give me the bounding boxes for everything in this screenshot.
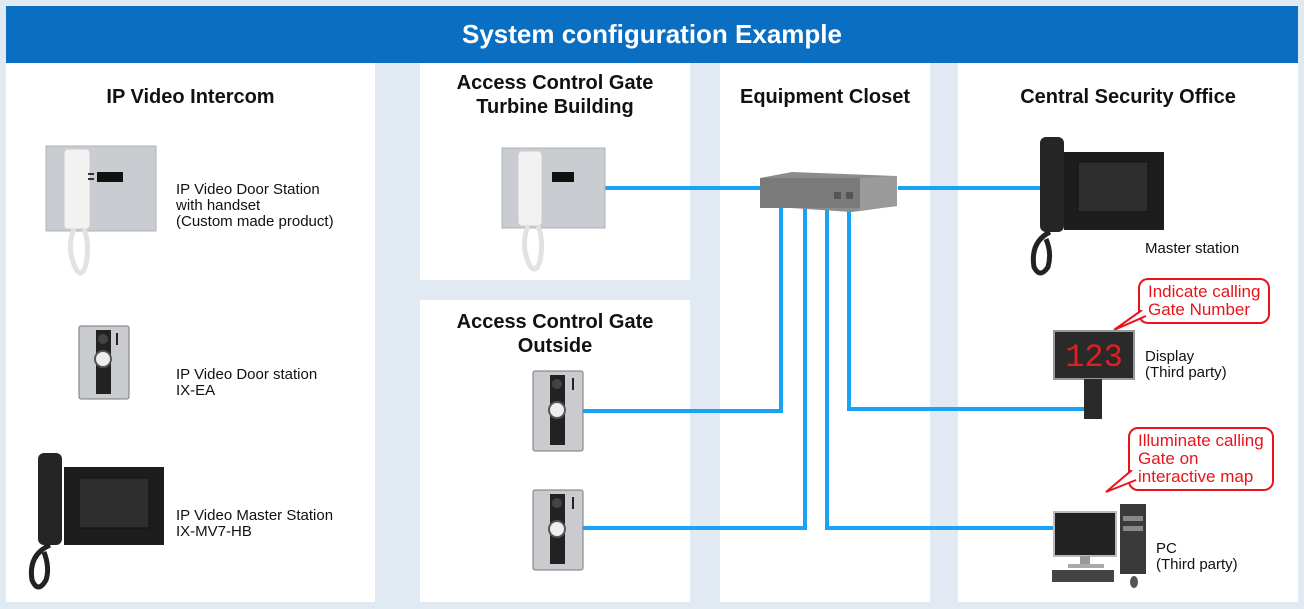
callout-gate-number: Indicate calling Gate Number xyxy=(1138,278,1271,324)
display-digits: 123 xyxy=(1065,339,1123,376)
callout-interactive-map-tail xyxy=(1105,470,1137,493)
label-display: Display (Third party) xyxy=(1145,348,1227,381)
outside-door-station-icon-2 xyxy=(532,489,584,571)
turbine-door-station-handset-icon xyxy=(501,147,606,272)
callout-gate-number-tail xyxy=(1113,310,1147,331)
door-station-icon xyxy=(78,325,130,400)
label-door-station-handset: IP Video Door Station with handset (Cust… xyxy=(176,181,334,230)
door-station-handset-icon xyxy=(45,145,157,276)
label-master-station: Master station xyxy=(1145,240,1240,257)
network-switch-icon xyxy=(760,172,897,212)
wire-outside2-to-switch xyxy=(582,208,807,530)
callout-interactive-map: Illuminate calling Gate on interactive m… xyxy=(1128,427,1274,491)
label-master-station-ix: IP Video Master Station IX-MV7-HB xyxy=(176,507,334,540)
display-icon: 123 xyxy=(1053,330,1135,419)
label-pc: PC (Third party) xyxy=(1156,540,1238,573)
master-station-icon xyxy=(28,453,164,590)
label-door-station: IP Video Door station IX-EA xyxy=(176,366,318,399)
wire-outside1-to-switch xyxy=(582,208,783,413)
outside-door-station-icon-1 xyxy=(532,370,584,452)
wire-switch-to-pc xyxy=(825,208,1055,530)
pc-icon xyxy=(1052,504,1146,588)
